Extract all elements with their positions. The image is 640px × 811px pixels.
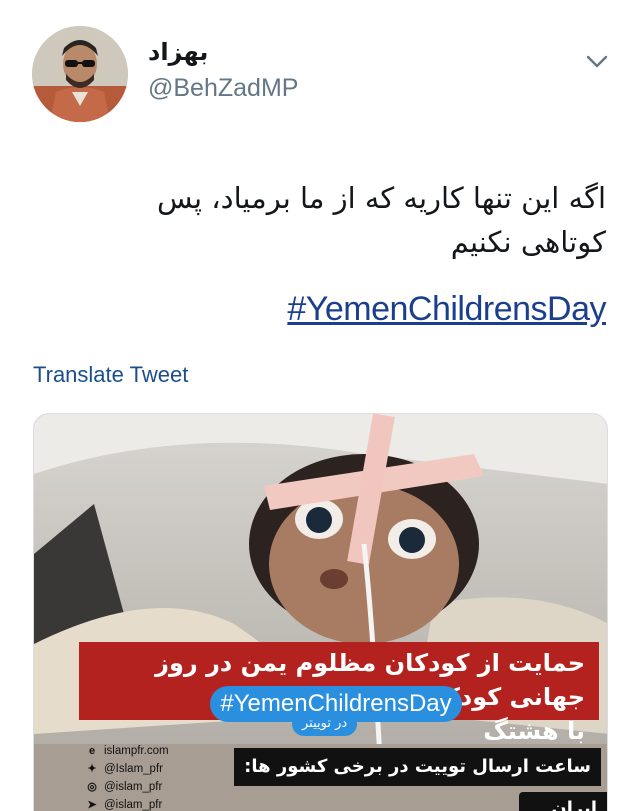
contact-links: e islampfr.com ✦ @Islam_pfr ◎ @islam_pfr…: [86, 742, 169, 811]
link-row: ➤ @islam_pfr: [86, 796, 169, 811]
link-text: islampfr.com: [104, 744, 169, 757]
translate-tweet-link[interactable]: Translate Tweet: [33, 362, 188, 388]
link-row: ◎ @islam_pfr: [86, 778, 169, 795]
user-handle[interactable]: @BehZadMP: [148, 74, 298, 103]
link-row: ✦ @Islam_pfr: [86, 760, 169, 777]
tweet-text-line: اگه این تنها کاریه که از ما برمیاد، پس: [157, 181, 606, 215]
avatar[interactable]: [32, 26, 128, 122]
hashtag-link[interactable]: #YemenChildrensDay: [287, 290, 606, 329]
link-text: @islam_pfr: [104, 780, 163, 793]
instagram-icon: ◎: [87, 780, 97, 793]
iran-time-label: ایران ۲۰:۰۰: [519, 792, 607, 811]
in-twitter-label: در توییتر: [292, 712, 358, 736]
send-time-label: ساعت ارسال توییت در برخی کشور ها:: [234, 748, 601, 786]
globe-icon: e: [88, 744, 96, 757]
twitter-icon: ✦: [87, 762, 97, 775]
tweet-media-image[interactable]: حمایت از کودکان مظلوم یمن در روز جهانی ک…: [33, 413, 608, 811]
telegram-icon: ➤: [87, 798, 97, 811]
tweet-text: اگه این تنها کاریه که از ما برمیاد، پس ک…: [26, 176, 606, 264]
profile-photo: [32, 26, 128, 122]
display-name[interactable]: بهزاد: [148, 38, 208, 66]
link-row: e islampfr.com: [86, 742, 169, 759]
tweet-text-line: کوتاهی نکنیم: [450, 225, 606, 259]
chevron-down-icon[interactable]: [582, 46, 612, 76]
link-text: @Islam_pfr: [104, 762, 163, 775]
link-text: @islam_pfr: [104, 798, 163, 811]
